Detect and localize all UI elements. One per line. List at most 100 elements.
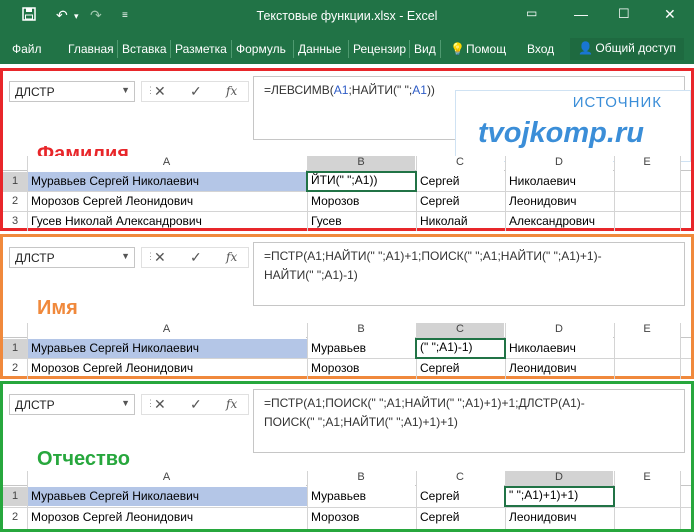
tab-view[interactable]: Вид [414,42,436,56]
cell-d3[interactable]: Александрович [506,212,614,231]
maximize-icon[interactable]: ☐ [618,6,630,22]
name-box[interactable]: ДЛСТР ▼ [9,247,135,268]
cell-c2[interactable]: Сергей [417,359,505,378]
tab-data[interactable]: Данные [298,42,341,56]
sheet-grid: A B C D E 1 Муравьев Сергей Николаевич Й… [3,156,691,231]
enter-check-icon[interactable]: ✓ [190,249,202,266]
cell-d2[interactable]: Леонидович [506,192,614,211]
column-header-d[interactable]: D [505,471,613,486]
cell-d2[interactable]: Леонидович [506,359,614,378]
cell-b2[interactable]: Морозов [308,192,416,211]
formula-buttons: ⋮ ✕ ✓ fx [141,81,249,102]
formula-line-1: =ПСТР(A1;НАЙТИ(" ";A1)+1;ПОИСК(" ";A1;НА… [264,249,602,263]
insert-function-icon[interactable]: fx [226,250,237,264]
sheet-grid: A B C D E 1 Муравьев Сергей Николаевич М… [3,471,691,529]
cell-b1-active[interactable]: ЙТИ(" ";A1)) [306,171,417,192]
formula-bar[interactable]: =ПСТР(A1;НАЙТИ(" ";A1)+1;ПОИСК(" ";A1;НА… [253,242,685,306]
cell-b3[interactable]: Гусев [308,212,416,231]
column-header-d[interactable]: D [505,323,613,338]
lightbulb-icon[interactable]: 💡 [450,42,465,56]
panel-label: Отчество [37,448,130,470]
column-header-e[interactable]: E [614,471,680,486]
name-box[interactable]: ДЛСТР ▼ [9,394,135,415]
column-header-c[interactable]: C [416,156,504,171]
cell-d1[interactable]: Николаевич [506,172,614,191]
panel-first-name: ДЛСТР ▼ ⋮ ✕ ✓ fx =ПСТР(A1;НАЙТИ(" ";A1)+1… [0,234,694,379]
cell-a3[interactable]: Гусев Николай Александрович [28,212,307,231]
ribbon-display-icon[interactable]: ▭ [526,6,537,20]
column-header-b[interactable]: B [307,156,415,171]
cell-d1-active[interactable]: " ";A1)+1)+1) [504,486,615,507]
cell-c1-active[interactable]: (" ";A1)-1) [415,338,506,359]
cell-c3[interactable]: Николай [417,212,505,231]
row-header[interactable]: 1 [3,172,27,191]
cell-a2[interactable]: Морозов Сергей Леонидович [28,359,307,378]
close-icon[interactable]: ✕ [664,6,676,23]
chevron-down-icon[interactable]: ▼ [121,85,130,95]
row-header[interactable]: 1 [3,339,27,358]
column-header-a[interactable]: A [27,471,306,486]
cell-c2[interactable]: Сергей [417,508,505,527]
chevron-down-icon[interactable]: ▼ [121,398,130,408]
ribbon-tabs: Файл Главная Вставка Разметка Формуль Да… [0,34,694,64]
row-header[interactable]: 2 [3,508,27,527]
cell-a1[interactable]: Муравьев Сергей Николаевич [28,487,307,506]
insert-function-icon[interactable]: fx [226,84,237,98]
row-header[interactable]: 1 [3,487,27,506]
tab-review[interactable]: Рецензир [353,42,406,56]
tab-layout[interactable]: Разметка [175,42,227,56]
watermark-site: tvojkomp.ru [478,117,644,149]
column-header-c[interactable]: C [416,471,504,486]
share-button[interactable]: 👤 Общий доступ [570,38,684,60]
formula-buttons: ⋮ ✕ ✓ fx [141,247,249,268]
column-header-e[interactable]: E [614,323,680,338]
cell-a1[interactable]: Муравьев Сергей Николаевич [28,339,307,358]
cancel-icon[interactable]: ✕ [154,249,166,266]
cell-d2[interactable]: Леонидович [506,508,614,527]
cell-a2[interactable]: Морозов Сергей Леонидович [28,508,307,527]
cell-b2[interactable]: Морозов [308,508,416,527]
formula-bar[interactable]: =ПСТР(A1;ПОИСК(" ";A1;НАЙТИ(" ";A1)+1)+1… [253,389,685,453]
column-header-d[interactable]: D [505,156,613,171]
cancel-icon[interactable]: ✕ [154,396,166,413]
column-header-b[interactable]: B [307,471,415,486]
cell-d1[interactable]: Николаевич [506,339,614,358]
name-box[interactable]: ДЛСТР ▼ [9,81,135,102]
row-header[interactable]: 2 [3,192,27,211]
tab-formulas[interactable]: Формуль [236,42,286,56]
tell-me-search[interactable]: Помощ [466,42,506,56]
column-header-e[interactable]: E [614,156,680,171]
cell-c2[interactable]: Сергей [417,192,505,211]
tab-home[interactable]: Главная [68,42,114,56]
cell-b1[interactable]: Муравьев [308,339,416,358]
cell-a1[interactable]: Муравьев Сергей Николаевич [28,172,307,191]
insert-function-icon[interactable]: fx [226,397,237,411]
formula-buttons: ⋮ ✕ ✓ fx [141,394,249,415]
row-header[interactable]: 2 [3,359,27,378]
title-bar: ↶ ▾ ↷ ≡ Текстовые функции.xlsx - Excel ▭… [0,0,694,34]
cell-b2[interactable]: Морозов [308,359,416,378]
cell-b1[interactable]: Муравьев [308,487,416,506]
row-header[interactable]: 3 [3,212,27,231]
cancel-icon[interactable]: ✕ [154,83,166,100]
cell-a2[interactable]: Морозов Сергей Леонидович [28,192,307,211]
window-title: Текстовые функции.xlsx - Excel [256,9,438,23]
tab-insert[interactable]: Вставка [122,42,167,56]
watermark-source: ИСТОЧНИК [572,94,662,111]
tab-file[interactable]: Файл [12,42,42,56]
column-header-a[interactable]: A [27,323,306,338]
formula-line-2: НАЙТИ(" ";A1)-1) [264,268,358,282]
panel-patronymic: ДЛСТР ▼ ⋮ ✕ ✓ fx =ПСТР(A1;ПОИСК(" ";A1;НА… [0,381,694,532]
enter-check-icon[interactable]: ✓ [190,396,202,413]
column-header-c[interactable]: C [416,323,504,338]
enter-check-icon[interactable]: ✓ [190,83,202,100]
column-header-a[interactable]: A [27,156,306,171]
cell-c1[interactable]: Сергей [417,172,505,191]
minimize-icon[interactable]: — [574,6,588,22]
person-icon: 👤 [578,41,593,55]
sign-in-link[interactable]: Вход [527,42,554,56]
chevron-down-icon[interactable]: ▼ [121,251,130,261]
cell-c1[interactable]: Сергей [417,487,505,506]
column-header-b[interactable]: B [307,323,415,338]
panel-surname: ДЛСТР ▼ ⋮ ✕ ✓ fx =ЛЕВСИМВ(A1;НАЙТИ(" ";A1… [0,68,694,231]
